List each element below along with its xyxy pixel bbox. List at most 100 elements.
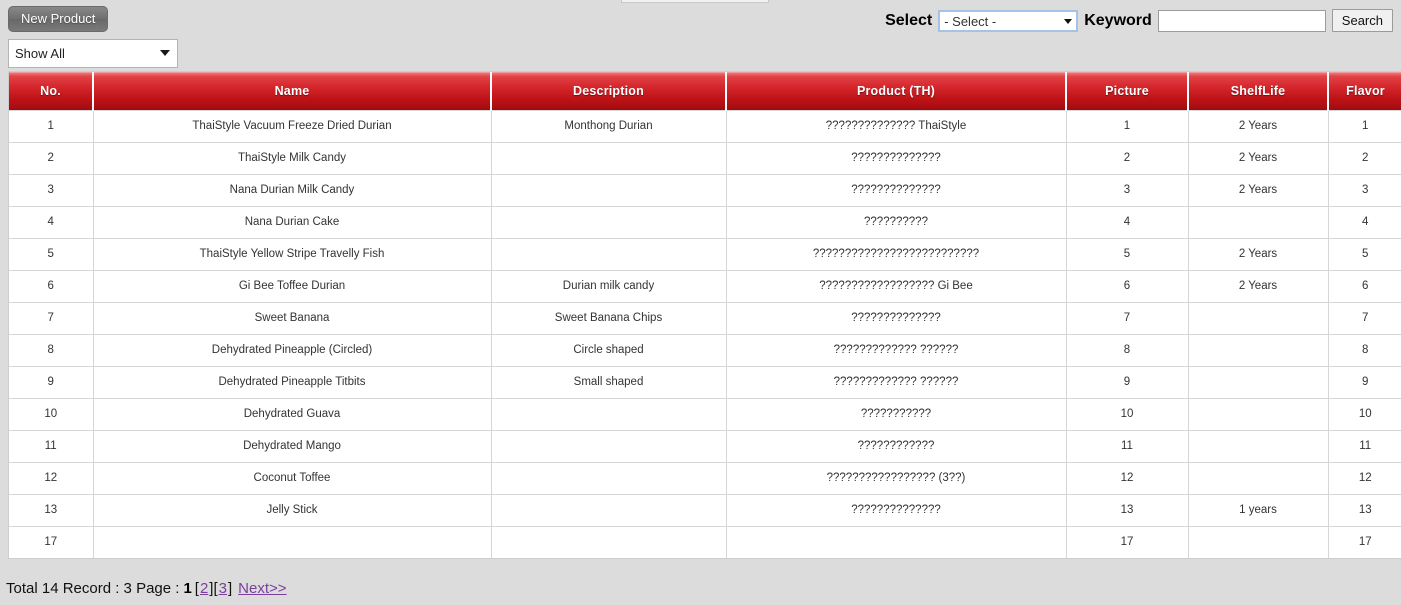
table-row[interactable]: 2 ThaiStyle Milk Candy?????????????? 2 2 Ye… <box>9 142 1401 175</box>
cell-no: 2 <box>9 142 94 175</box>
record-count-text: Total 14 Record : 3 Page : <box>6 580 180 597</box>
cell-shelf: 2 Years <box>1188 238 1329 271</box>
table-row[interactable]: 4 Nana Durian Cake?????????? 4 4 <box>9 206 1401 239</box>
next-page-link[interactable]: Next>> <box>238 580 286 597</box>
bracket-close-2: ] <box>227 580 233 597</box>
table-row[interactable]: 5 ThaiStyle Yellow Stripe Travelly Fish??… <box>9 238 1401 271</box>
cell-shelf: 2 Years <box>1188 110 1329 143</box>
table-row[interactable]: 13 Jelly Stick?????????????? 13 1 years 13 <box>9 494 1401 527</box>
table-row[interactable]: 11 Dehydrated Mango???????????? 11 11 <box>9 430 1401 463</box>
page-link-2[interactable]: 2 <box>200 580 208 597</box>
cell-pic: 2 <box>1066 142 1189 175</box>
show-all-select[interactable]: Show All <box>8 39 178 68</box>
cell-desc: Sweet Banana Chips <box>491 302 727 335</box>
new-product-button[interactable]: New Product <box>8 6 109 32</box>
cell-th: ?????????????????? Gi Bee <box>726 270 1067 303</box>
cell-flav: 5 <box>1328 238 1401 271</box>
table-header: No. Name Description Product (TH) Pictur… <box>9 72 1401 111</box>
column-header-picture[interactable]: Picture <box>1066 72 1189 111</box>
cell-th: ?????????????? <box>726 174 1067 207</box>
column-header-flavor[interactable]: Flavor <box>1328 72 1401 111</box>
cell-desc <box>491 206 727 239</box>
cell-pic: 17 <box>1066 526 1189 558</box>
cell-flav: 13 <box>1328 494 1401 527</box>
cell-shelf <box>1188 302 1329 335</box>
table-body: 1 ThaiStyle Vacuum Freeze Dried Durian Mon… <box>9 110 1401 558</box>
cell-pic: 10 <box>1066 398 1189 431</box>
cell-name <box>93 526 492 558</box>
cell-desc: Circle shaped <box>491 334 727 367</box>
bracket-open: [ <box>194 580 199 597</box>
cell-th: ??????????? <box>726 398 1067 431</box>
cell-no: 9 <box>9 366 94 399</box>
select-label: Select <box>885 11 933 29</box>
cell-th: ????????????? ?????? <box>726 334 1067 367</box>
cell-flav: 2 <box>1328 142 1401 175</box>
cell-pic: 5 <box>1066 238 1189 271</box>
cell-pic: 9 <box>1066 366 1189 399</box>
page-link-3[interactable]: 3 <box>219 580 227 597</box>
cell-flav: 4 <box>1328 206 1401 239</box>
bracket-open-2: [ <box>213 580 218 597</box>
cell-shelf <box>1188 334 1329 367</box>
search-toolbar: Select - Select - Keyword Search <box>885 9 1393 32</box>
cell-name: ThaiStyle Vacuum Freeze Dried Durian <box>93 110 492 143</box>
page-root: New Product Show All Select - Select - K… <box>0 0 1401 605</box>
column-header-shelflife[interactable]: ShelfLife <box>1188 72 1329 111</box>
cell-no: 6 <box>9 270 94 303</box>
cell-no: 4 <box>9 206 94 239</box>
cell-flav: 6 <box>1328 270 1401 303</box>
cell-pic: 12 <box>1066 462 1189 495</box>
cut-off-input-top[interactable] <box>621 0 769 3</box>
cell-shelf <box>1188 526 1329 558</box>
table-row[interactable]: 1 ThaiStyle Vacuum Freeze Dried Durian Mon… <box>9 110 1401 143</box>
column-header-no[interactable]: No. <box>9 72 94 111</box>
column-header-description[interactable]: Description <box>491 72 727 111</box>
cell-shelf <box>1188 462 1329 495</box>
table-row[interactable]: 17 17 17 <box>9 526 1401 558</box>
cell-name: Dehydrated Pineapple Titbits <box>93 366 492 399</box>
cell-shelf <box>1188 206 1329 239</box>
cell-th: ?????????????? <box>726 142 1067 175</box>
cell-th: ?????????? <box>726 206 1067 239</box>
column-header-name[interactable]: Name <box>93 72 492 111</box>
table-row[interactable]: 9 Dehydrated Pineapple Titbits Small shape… <box>9 366 1401 399</box>
keyword-label: Keyword <box>1084 11 1152 29</box>
cell-pic: 6 <box>1066 270 1189 303</box>
table-row[interactable]: 7 Sweet Banana Sweet Banana Chips?????????… <box>9 302 1401 335</box>
cell-name: Gi Bee Toffee Durian <box>93 270 492 303</box>
cell-desc <box>491 238 727 271</box>
cell-no: 7 <box>9 302 94 335</box>
column-header-product-th[interactable]: Product (TH) <box>726 72 1067 111</box>
cell-no: 13 <box>9 494 94 527</box>
cell-no: 12 <box>9 462 94 495</box>
cell-desc <box>491 398 727 431</box>
table-row[interactable]: 8 Dehydrated Pineapple (Circled) Circle sh… <box>9 334 1401 367</box>
table-header-row: No. Name Description Product (TH) Pictur… <box>9 72 1401 111</box>
cell-desc: Durian milk candy <box>491 270 727 303</box>
cell-flav: 7 <box>1328 302 1401 335</box>
cell-shelf: 2 Years <box>1188 270 1329 303</box>
cell-desc <box>491 430 727 463</box>
table-row[interactable]: 10 Dehydrated Guava??????????? 10 10 <box>9 398 1401 431</box>
cell-desc <box>491 142 727 175</box>
search-button[interactable]: Search <box>1331 9 1393 32</box>
toolbar-left: New Product Show All <box>0 6 420 68</box>
cell-name: Jelly Stick <box>93 494 492 527</box>
cell-name: ThaiStyle Yellow Stripe Travelly Fish <box>93 238 492 271</box>
cell-flav: 17 <box>1328 526 1401 558</box>
filter-select-wrap: - Select - <box>938 9 1079 32</box>
current-page: 1 <box>183 580 192 597</box>
table-row[interactable]: 12 Coconut Toffee????????????????? (3??) 1… <box>9 462 1401 495</box>
cell-pic: 8 <box>1066 334 1189 367</box>
cell-no: 11 <box>9 430 94 463</box>
filter-select[interactable]: - Select - <box>938 9 1079 32</box>
cell-pic: 4 <box>1066 206 1189 239</box>
cell-pic: 3 <box>1066 174 1189 207</box>
cell-desc <box>491 462 727 495</box>
cell-shelf <box>1188 430 1329 463</box>
table-row[interactable]: 3 Nana Durian Milk Candy?????????????? 3 2 … <box>9 174 1401 207</box>
table-row[interactable]: 6 Gi Bee Toffee Durian Durian milk candy??… <box>9 270 1401 303</box>
cell-name: Dehydrated Guava <box>93 398 492 431</box>
keyword-input[interactable] <box>1157 9 1326 32</box>
